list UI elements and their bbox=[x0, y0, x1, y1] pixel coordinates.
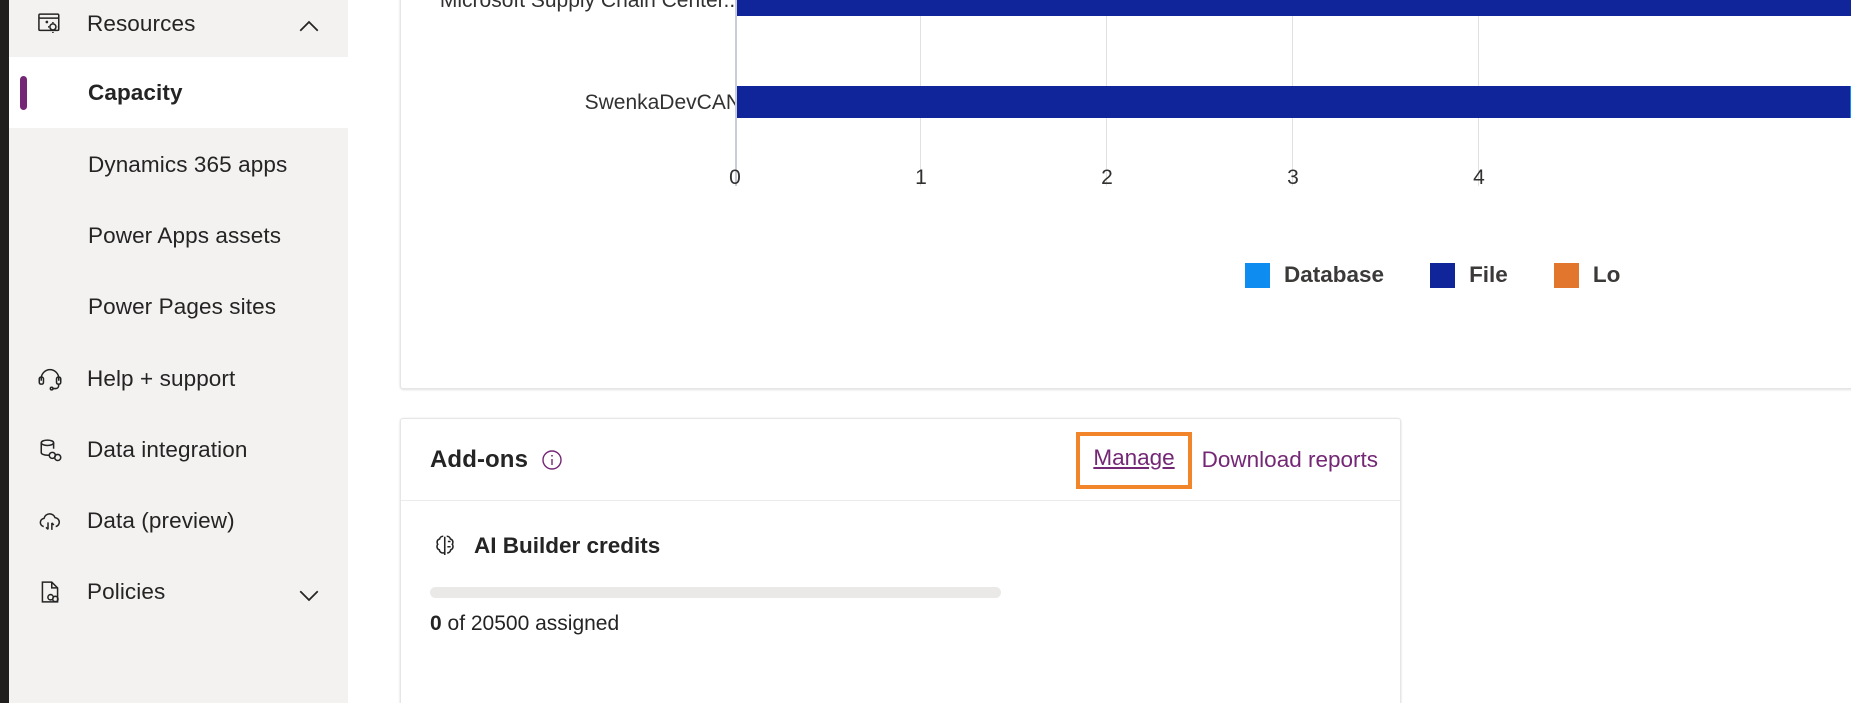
chart-tick-label: 4 bbox=[1473, 166, 1485, 189]
chart-tick-label: 2 bbox=[1101, 166, 1113, 189]
sidebar-item-power-apps-assets[interactable]: Power Apps assets bbox=[9, 201, 348, 271]
add-ons-title: Add-ons bbox=[430, 445, 529, 473]
legend-swatch-icon bbox=[1430, 262, 1456, 288]
sidebar-item-label: Power Pages sites bbox=[88, 294, 277, 319]
ai-builder-assigned-suffix: of 20500 assigned bbox=[441, 612, 620, 635]
add-ons-card: Add-ons Manage Download reports AI Build… bbox=[400, 418, 1401, 703]
capacity-chart[interactable]: Microsoft Supply Chain Center... SwenkaD… bbox=[401, 0, 1851, 388]
legend-swatch-icon bbox=[1245, 262, 1270, 288]
sidebar-item-label: Power Apps assets bbox=[88, 223, 282, 248]
chart-category-label: SwenkaDevCAN bbox=[584, 91, 741, 114]
cloud-sync-icon bbox=[35, 506, 65, 536]
legend-swatch-icon bbox=[1553, 262, 1579, 288]
chart-bar-file[interactable] bbox=[737, 0, 1851, 16]
main-content: Microsoft Supply Chain Center... SwenkaD… bbox=[348, 0, 1851, 703]
sidebar-item-label: Resources bbox=[87, 10, 196, 36]
resources-icon bbox=[35, 9, 65, 39]
chevron-down-icon[interactable] bbox=[294, 580, 319, 604]
headset-icon bbox=[35, 364, 65, 394]
add-on-item-ai-builder-credits: AI Builder credits 0 of 20500 assigned bbox=[401, 501, 1400, 636]
policies-icon bbox=[35, 577, 65, 607]
capacity-chart-card: Microsoft Supply Chain Center... SwenkaD… bbox=[400, 0, 1851, 389]
chevron-up-icon[interactable] bbox=[294, 12, 319, 36]
sidebar-item-policies[interactable]: Policies bbox=[9, 556, 348, 627]
sidebar-item-dynamics-365-apps[interactable]: Dynamics 365 apps bbox=[9, 130, 348, 200]
chart-tick-label: 1 bbox=[915, 166, 927, 189]
add-ons-actions: Manage Download reports bbox=[1076, 419, 1378, 501]
sidebar-item-label: Data (preview) bbox=[87, 507, 235, 533]
legend-item-file[interactable]: File bbox=[1430, 262, 1508, 288]
ai-builder-icon bbox=[430, 531, 460, 561]
sidebar-item-capacity[interactable]: Capacity bbox=[9, 57, 348, 128]
sidebar-item-label: Help + support bbox=[87, 365, 236, 391]
app-left-rail bbox=[0, 0, 9, 703]
ai-builder-assigned-value: 0 bbox=[430, 612, 442, 635]
sidebar-item-label: Policies bbox=[87, 578, 166, 604]
legend-label: Database bbox=[1284, 262, 1385, 287]
chart-plot-area: Microsoft Supply Chain Center... SwenkaD… bbox=[401, 0, 1851, 189]
ai-builder-progress-bar bbox=[430, 587, 1001, 598]
legend-label: File bbox=[1469, 262, 1508, 287]
download-reports-link[interactable]: Download reports bbox=[1202, 447, 1378, 473]
manage-link[interactable]: Manage bbox=[1093, 445, 1174, 471]
legend-item-database[interactable]: Database bbox=[1245, 262, 1384, 288]
sidebar-item-data-preview[interactable]: Data (preview) bbox=[9, 485, 348, 556]
sidebar-item-data-integration[interactable]: Data integration bbox=[9, 414, 348, 485]
chart-bar-file[interactable] bbox=[737, 86, 1850, 118]
sidebar-item-label: Dynamics 365 apps bbox=[88, 152, 288, 177]
add-ons-header: Add-ons Manage Download reports bbox=[401, 419, 1400, 501]
chart-category-label: Microsoft Supply Chain Center... bbox=[439, 0, 741, 12]
add-on-name-row: AI Builder credits bbox=[430, 531, 1400, 561]
sidebar-item-label: Data integration bbox=[87, 436, 248, 462]
sidebar-item-resources[interactable]: Resources bbox=[9, 0, 348, 47]
info-icon[interactable] bbox=[540, 448, 564, 472]
sidebar-item-label: Capacity bbox=[88, 79, 183, 105]
chart-tick-label: 3 bbox=[1287, 166, 1299, 189]
legend-label: Lo bbox=[1592, 262, 1621, 287]
chart-legend: Database File Lo bbox=[1245, 262, 1666, 288]
capacity-page: Resources Capacity Dynamics 365 apps Pow… bbox=[0, 0, 1851, 703]
chart-tick-label: 0 bbox=[729, 166, 741, 189]
database-link-icon bbox=[35, 435, 65, 465]
legend-item-log[interactable]: Lo bbox=[1553, 262, 1621, 288]
manage-highlight-box: Manage bbox=[1076, 431, 1192, 489]
add-on-name: AI Builder credits bbox=[474, 533, 661, 558]
ai-builder-assigned-text: 0 of 20500 assigned bbox=[430, 612, 1400, 636]
left-navigation: Resources Capacity Dynamics 365 apps Pow… bbox=[9, 0, 348, 703]
sidebar-item-help-support[interactable]: Help + support bbox=[9, 343, 348, 414]
sidebar-item-power-pages-sites[interactable]: Power Pages sites bbox=[9, 272, 348, 342]
